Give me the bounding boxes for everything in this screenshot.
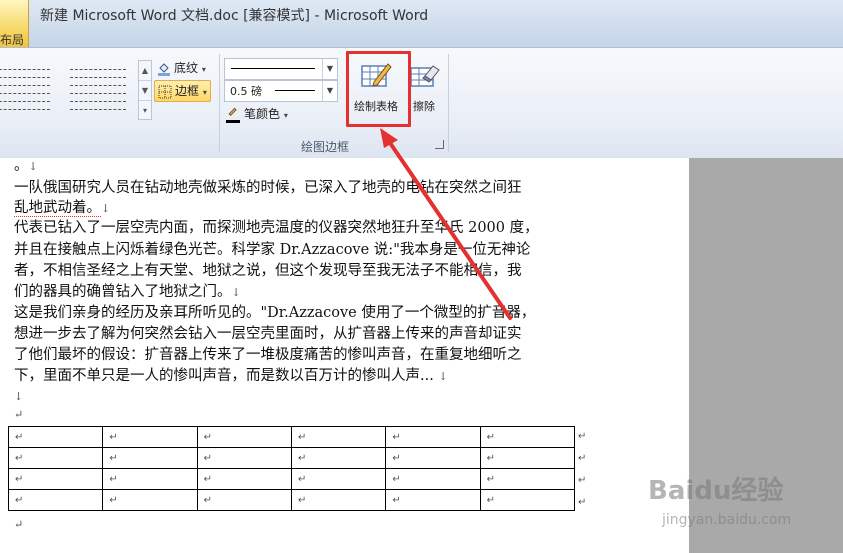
baidu-watermark-logo: Baidu经验 [648, 476, 784, 506]
baidu-watermark-url: jingyan.baidu.com [662, 512, 792, 528]
